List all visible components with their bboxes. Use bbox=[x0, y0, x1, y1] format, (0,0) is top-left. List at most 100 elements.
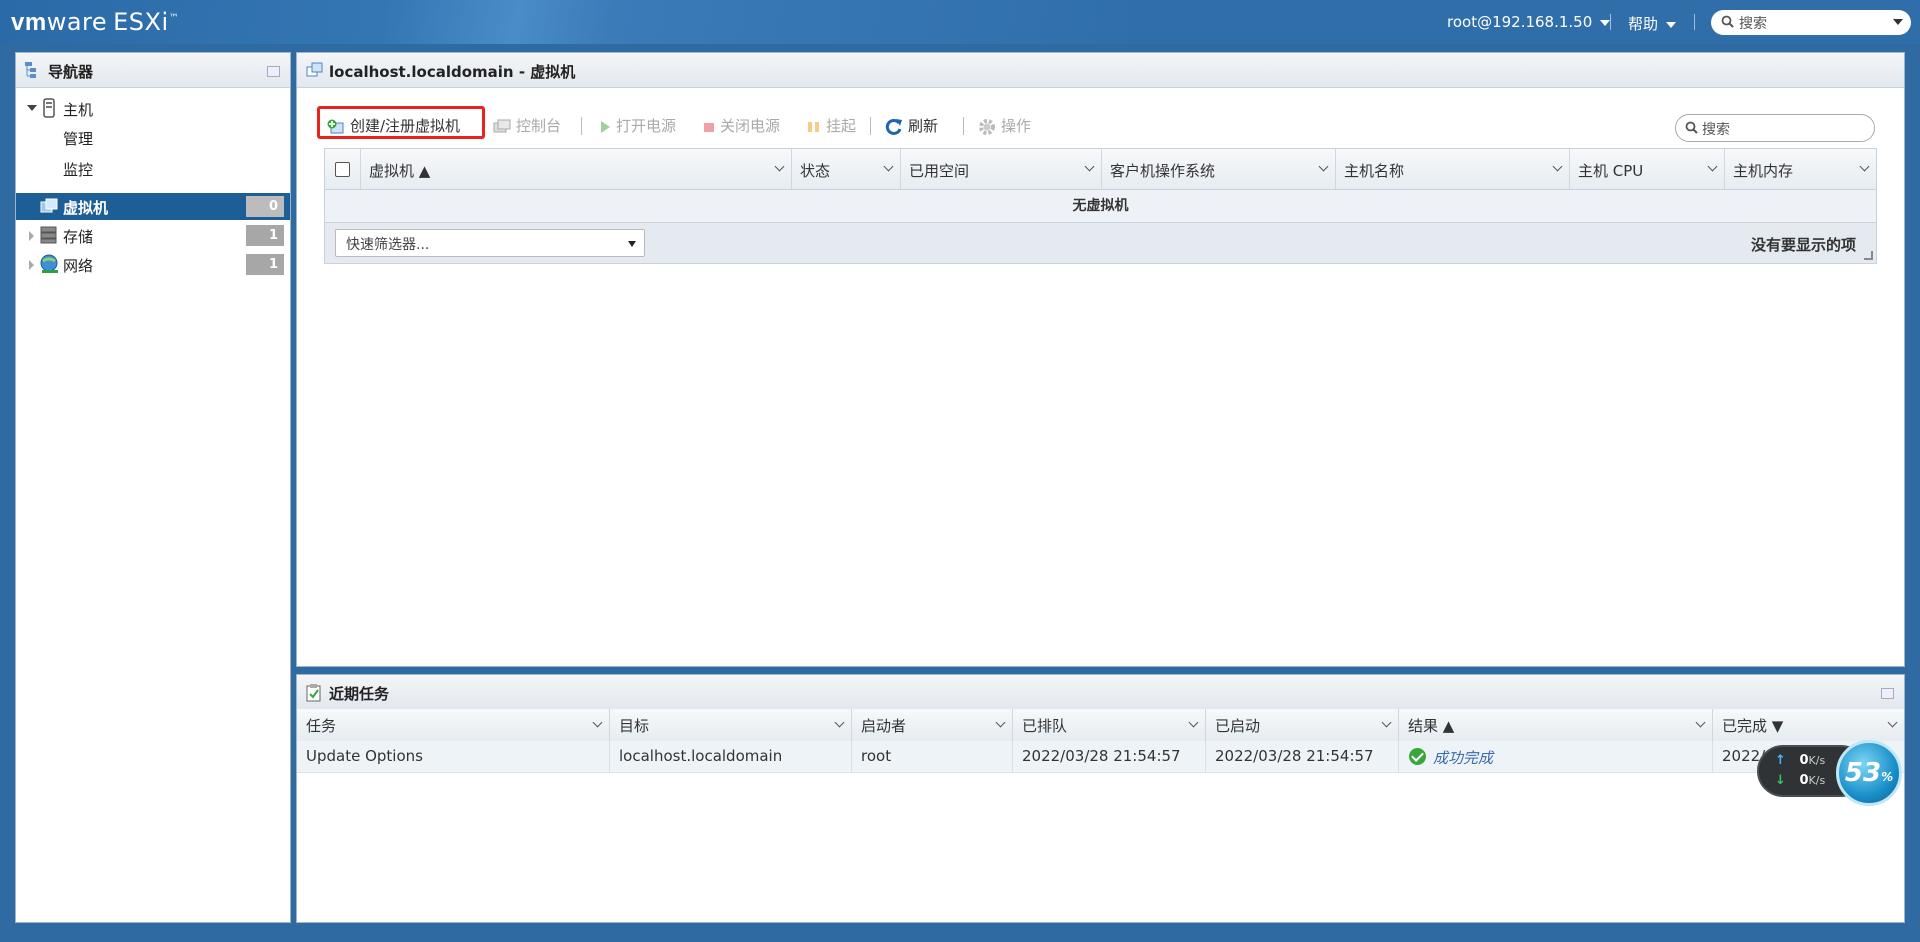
column-vm[interactable]: 虚拟机 ▲ bbox=[361, 149, 792, 189]
quick-filter-label: 快速筛选器... bbox=[346, 237, 430, 253]
nav-item-host[interactable]: 主机 bbox=[16, 95, 290, 122]
dropdown-arrow-icon bbox=[628, 241, 636, 247]
column-host-cpu[interactable]: 主机 CPU bbox=[1570, 149, 1725, 189]
suspend-button[interactable]: 挂起 bbox=[807, 115, 856, 136]
expand-icon[interactable] bbox=[29, 231, 34, 241]
select-all-checkbox[interactable] bbox=[335, 162, 350, 177]
play-icon bbox=[601, 120, 610, 133]
chevron-down-icon[interactable] bbox=[1084, 161, 1095, 172]
column-host-memory[interactable]: 主机内存 bbox=[1725, 149, 1876, 189]
vm-panel-title: localhost.localdomain - 虚拟机 bbox=[329, 63, 576, 81]
top-bar: vmware ESXi™ root@192.168.1.50 帮助 搜索 bbox=[0, 0, 1920, 44]
nav-item-storage[interactable]: 存储 1 bbox=[16, 222, 290, 249]
chevron-down-icon[interactable] bbox=[1893, 19, 1903, 25]
vm-toolbar: 创建/注册虚拟机 控制台 打开电源 关闭电源 挂起 刷新 操作 bbox=[317, 107, 1877, 139]
chevron-down-icon[interactable] bbox=[834, 717, 845, 728]
expand-icon[interactable] bbox=[27, 105, 37, 111]
cell-text: Update Options bbox=[306, 747, 423, 765]
quick-filter-select[interactable]: 快速筛选器... bbox=[335, 229, 645, 257]
cell-result: 成功完成 bbox=[1399, 741, 1713, 772]
search-icon bbox=[1721, 15, 1734, 28]
column-status[interactable]: 状态 bbox=[792, 149, 901, 189]
column-guest-os[interactable]: 客户机操作系统 bbox=[1102, 149, 1336, 189]
global-search-input[interactable]: 搜索 bbox=[1711, 10, 1911, 35]
column-label: 主机 CPU bbox=[1578, 162, 1644, 180]
divider bbox=[1610, 14, 1611, 30]
help-menu[interactable]: 帮助 bbox=[1628, 13, 1677, 34]
column-label: 已完成 ▼ bbox=[1722, 717, 1784, 735]
chevron-down-icon[interactable] bbox=[1381, 717, 1392, 728]
network-speed-widget[interactable]: ↑ 0K/s ↓ 0K/s 53% bbox=[1757, 740, 1907, 806]
vm-table-header: 虚拟机 ▲ 状态 已用空间 客户机操作系统 主机名称 主机 CPU 主机内存 bbox=[324, 148, 1877, 190]
cell-target: localhost.localdomain bbox=[610, 741, 852, 772]
cell-started: 2022/03/28 21:54:57 bbox=[1206, 741, 1399, 772]
gear-icon bbox=[979, 118, 995, 135]
chevron-down-icon[interactable] bbox=[1887, 717, 1898, 728]
table-footer: 快速筛选器... 没有要显示的项 bbox=[324, 222, 1877, 264]
highlight-box bbox=[317, 106, 485, 139]
divider bbox=[963, 117, 964, 135]
user-menu[interactable]: root@192.168.1.50 bbox=[1447, 13, 1611, 31]
table-row[interactable]: Update Options localhost.localdomain roo… bbox=[297, 741, 1904, 773]
nav-item-monitor[interactable]: 监控 bbox=[16, 155, 290, 182]
upload-unit: K/s bbox=[1808, 754, 1826, 767]
chevron-down-icon[interactable] bbox=[1318, 161, 1329, 172]
chevron-down-icon[interactable] bbox=[774, 161, 785, 172]
column-label: 已用空间 bbox=[909, 162, 970, 180]
count-badge: 1 bbox=[246, 254, 284, 275]
chevron-down-icon[interactable] bbox=[1188, 717, 1199, 728]
column-used-space[interactable]: 已用空间 bbox=[901, 149, 1102, 189]
navigator-title: 导航器 bbox=[48, 63, 94, 81]
nav-item-network[interactable]: 网络 1 bbox=[16, 251, 290, 278]
actions-label: 操作 bbox=[1001, 117, 1032, 135]
usage-unit: % bbox=[1881, 770, 1894, 784]
nav-item-virtual-machines[interactable]: 虚拟机 0 bbox=[16, 193, 290, 220]
console-button[interactable]: 控制台 bbox=[493, 115, 561, 136]
tasks-title: 近期任务 bbox=[329, 685, 390, 703]
column-result[interactable]: 结果 ▲ bbox=[1399, 709, 1713, 741]
minimize-icon[interactable] bbox=[267, 66, 280, 77]
chevron-down-icon[interactable] bbox=[1695, 717, 1706, 728]
count-badge: 0 bbox=[246, 196, 284, 217]
column-target[interactable]: 目标 bbox=[610, 709, 852, 741]
nav-label-vms: 虚拟机 bbox=[63, 199, 109, 217]
download-speed: ↓ 0K/s bbox=[1775, 773, 1825, 788]
column-initiator[interactable]: 启动者 bbox=[852, 709, 1013, 741]
chevron-down-icon[interactable] bbox=[592, 717, 603, 728]
download-unit: K/s bbox=[1808, 774, 1826, 787]
cell-text: root bbox=[861, 747, 892, 765]
vm-search-input[interactable]: 搜索 bbox=[1675, 114, 1875, 142]
vmware-esxi-logo: vmware ESXi™ bbox=[11, 8, 180, 36]
storage-icon bbox=[40, 226, 57, 244]
column-queued[interactable]: 已排队 bbox=[1013, 709, 1206, 741]
power-on-button[interactable]: 打开电源 bbox=[599, 115, 676, 136]
column-label: 虚拟机 ▲ bbox=[369, 162, 431, 180]
chevron-down-icon[interactable] bbox=[1552, 161, 1563, 172]
minimize-icon[interactable] bbox=[1881, 688, 1894, 699]
result-link[interactable]: 成功完成 bbox=[1433, 747, 1493, 768]
column-completed[interactable]: 已完成 ▼ bbox=[1713, 709, 1904, 741]
chevron-down-icon[interactable] bbox=[883, 161, 894, 172]
vm-panel-header: localhost.localdomain - 虚拟机 bbox=[297, 53, 1904, 88]
actions-button[interactable]: 操作 bbox=[978, 115, 1031, 136]
refresh-button[interactable]: 刷新 bbox=[885, 115, 938, 136]
column-label: 主机内存 bbox=[1733, 162, 1794, 180]
column-host-name[interactable]: 主机名称 bbox=[1336, 149, 1570, 189]
chevron-down-icon[interactable] bbox=[1859, 161, 1870, 172]
expand-icon[interactable] bbox=[29, 260, 34, 270]
search-icon bbox=[1685, 121, 1698, 134]
search-placeholder: 搜索 bbox=[1739, 16, 1767, 32]
usage-ball[interactable]: 53% bbox=[1836, 740, 1902, 806]
column-task[interactable]: 任务 bbox=[297, 709, 610, 741]
power-off-button[interactable]: 关闭电源 bbox=[703, 115, 780, 136]
resize-handle-icon[interactable] bbox=[1864, 251, 1873, 260]
column-started[interactable]: 已启动 bbox=[1206, 709, 1399, 741]
power-off-label: 关闭电源 bbox=[720, 117, 781, 135]
chevron-down-icon[interactable] bbox=[995, 717, 1006, 728]
chevron-down-icon[interactable] bbox=[1707, 161, 1718, 172]
success-check-icon bbox=[1409, 748, 1426, 765]
chevron-down-icon bbox=[1666, 21, 1677, 28]
tasks-table-header: 任务 目标 启动者 已排队 已启动 结果 ▲ 已完成 ▼ bbox=[297, 709, 1904, 742]
nav-item-manage[interactable]: 管理 bbox=[16, 124, 290, 151]
column-label: 已启动 bbox=[1215, 717, 1261, 735]
